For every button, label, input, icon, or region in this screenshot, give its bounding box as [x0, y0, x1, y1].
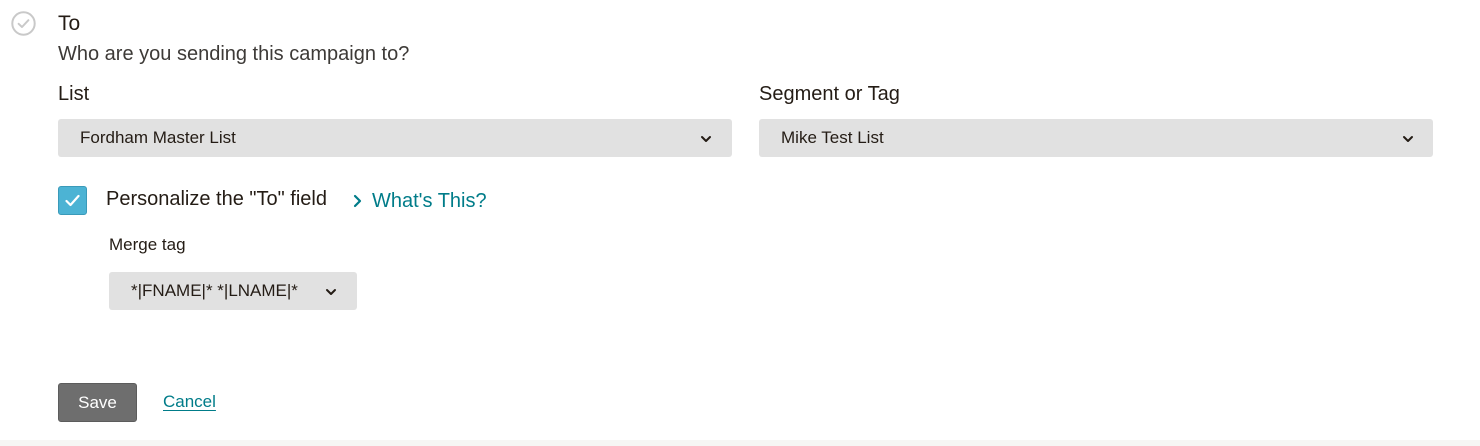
merge-tag-select[interactable]: *|FNAME|* *|LNAME|*	[109, 272, 357, 310]
section-title: To	[58, 12, 81, 35]
check-circle-icon	[11, 11, 36, 36]
checkmark-icon	[65, 194, 80, 207]
segment-select-value: Mike Test List	[781, 128, 884, 147]
merge-tag-label: Merge tag	[109, 235, 186, 254]
list-select-value: Fordham Master List	[80, 128, 236, 147]
save-button[interactable]: Save	[58, 383, 137, 422]
chevron-down-icon	[1402, 132, 1414, 144]
bottom-divider	[0, 440, 1480, 446]
whats-this-text: What's This?	[372, 190, 487, 212]
chevron-down-icon	[700, 132, 712, 144]
segment-select[interactable]: Mike Test List	[759, 119, 1433, 157]
merge-tag-value: *|FNAME|* *|LNAME|*	[131, 281, 298, 300]
chevron-down-icon	[325, 285, 337, 297]
chevron-right-icon	[353, 194, 362, 208]
list-label: List	[58, 83, 90, 105]
section-subtitle: Who are you sending this campaign to?	[58, 43, 410, 65]
segment-label: Segment or Tag	[759, 83, 900, 105]
whats-this-link[interactable]: What's This?	[352, 188, 487, 214]
list-select[interactable]: Fordham Master List	[58, 119, 732, 157]
personalize-checkbox[interactable]	[58, 186, 87, 215]
cancel-link[interactable]: Cancel	[163, 390, 216, 414]
personalize-label: Personalize the "To" field	[106, 188, 327, 210]
